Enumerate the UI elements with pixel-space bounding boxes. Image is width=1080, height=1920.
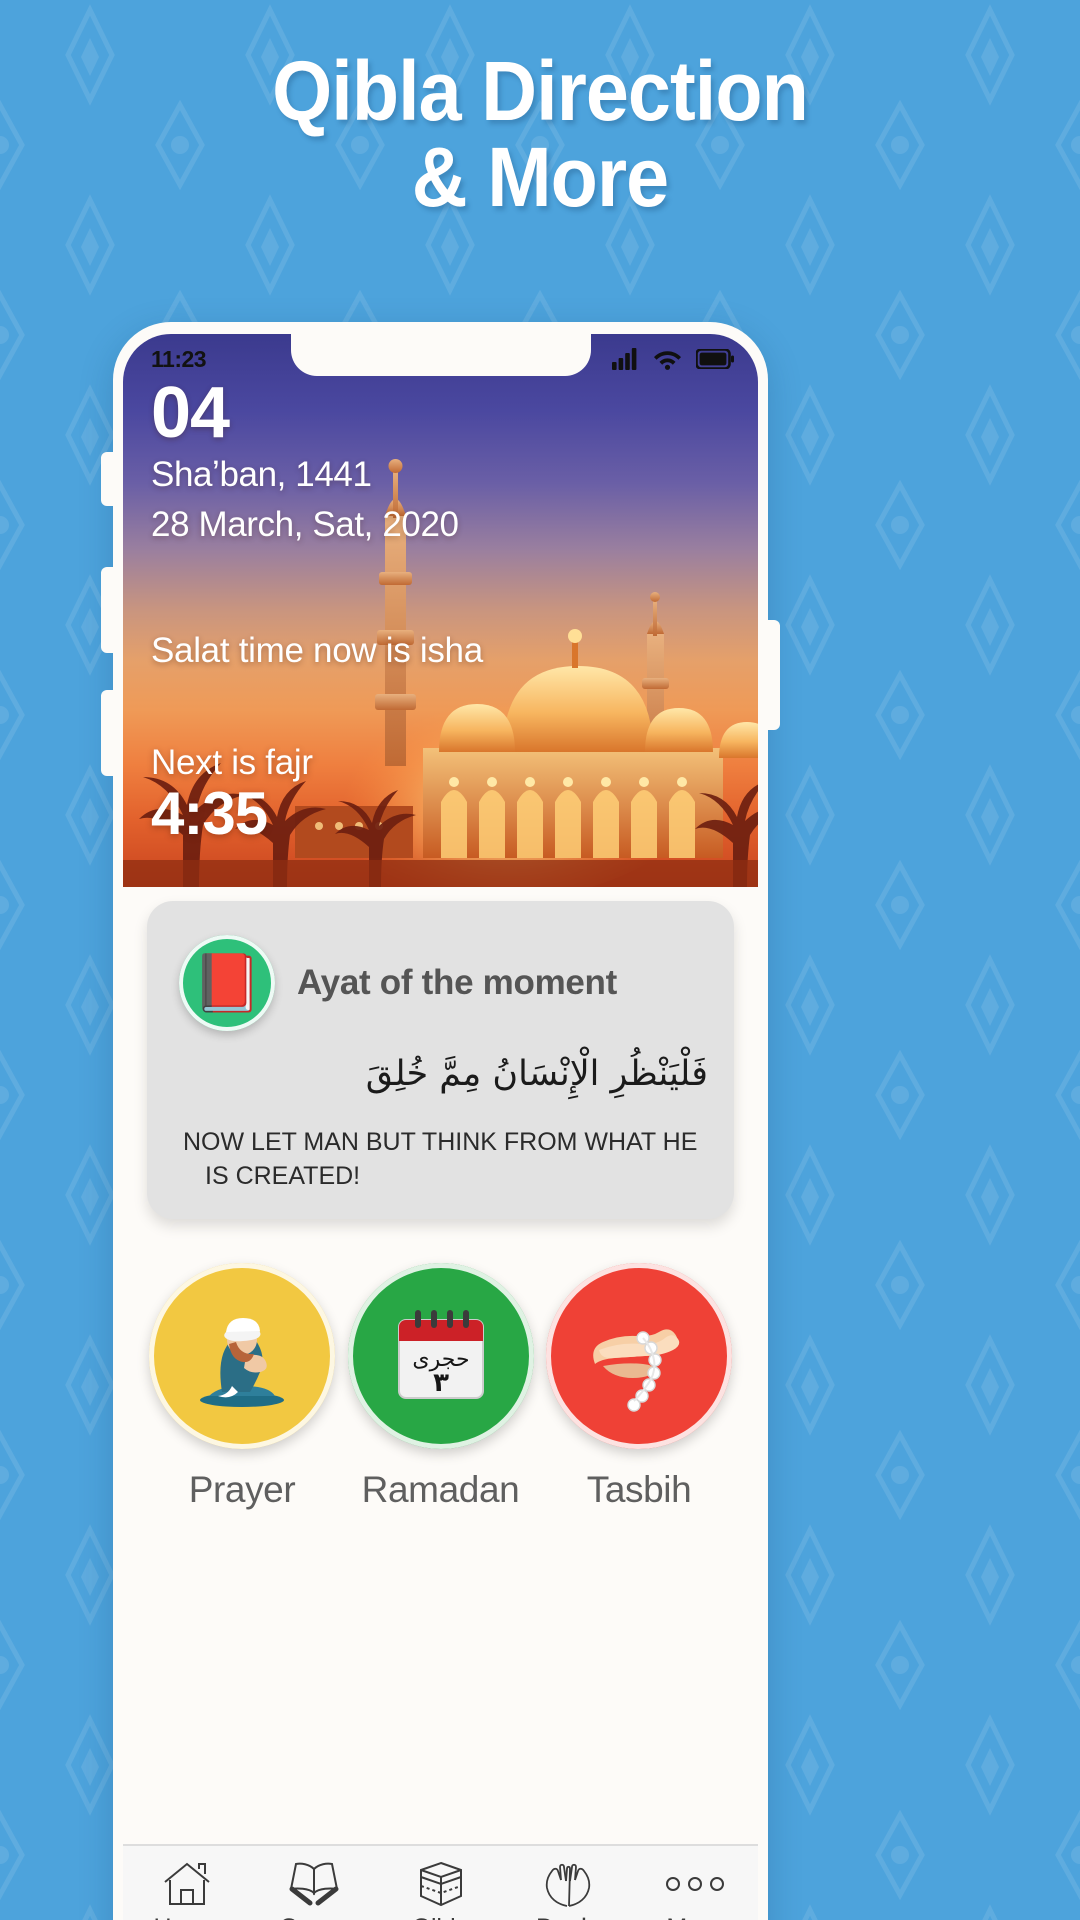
- hijri-day: 04: [151, 373, 230, 453]
- volume-up-button[interactable]: [101, 567, 114, 653]
- ayat-of-the-moment-card[interactable]: 📕 Ayat of the moment فَلْيَنْظُرِ الْإِن…: [147, 901, 734, 1219]
- ayat-card-title: Ayat of the moment: [297, 963, 617, 1002]
- nav-label-qibla: Qibla: [381, 1914, 501, 1920]
- shortcut-ramadan-label: Ramadan: [361, 1469, 520, 1510]
- hijri-month-year: Shaʼban, 1441: [151, 455, 372, 494]
- quran-book-icon: 📕: [179, 935, 275, 1031]
- nav-item-quran[interactable]: Quran: [254, 1856, 374, 1920]
- next-prayer-label: Next is fajr: [151, 743, 313, 782]
- kaaba-icon: [381, 1856, 501, 1912]
- nav-item-home[interactable]: Home: [127, 1856, 247, 1920]
- current-salat-text: Salat time now is isha: [151, 631, 483, 670]
- nav-item-more[interactable]: More: [635, 1856, 755, 1920]
- shortcut-row: Prayer حجرى ٣ Ramadan Tasbih: [123, 1219, 758, 1511]
- status-time: 11:23: [151, 345, 207, 372]
- wifi-icon: [654, 351, 681, 370]
- date-block: 04 Shaʼban, 1441 28 March, Sat, 2020: [151, 376, 459, 550]
- home-icon: [127, 1856, 247, 1912]
- ayat-card-zone: 📕 Ayat of the moment فَلْيَنْظُرِ الْإِن…: [123, 887, 758, 1219]
- ayat-arabic-text: فَلْيَنْظُرِ الْإِنْسَانُ مِمَّ خُلِقَ: [365, 1054, 708, 1094]
- status-icon-group: [612, 348, 734, 370]
- shortcut-prayer-label: Prayer: [188, 1469, 296, 1510]
- volume-down-button[interactable]: [101, 690, 114, 776]
- battery-icon: [696, 349, 734, 369]
- shortcut-tasbih[interactable]: Tasbih: [546, 1263, 732, 1511]
- nav-label-quran: Quran: [254, 1914, 374, 1920]
- nav-label-home: Home: [127, 1914, 247, 1920]
- shortcut-prayer[interactable]: Prayer: [149, 1263, 335, 1511]
- gregorian-date: 28 March, Sat, 2020: [151, 505, 459, 544]
- more-dots-icon: [635, 1856, 755, 1912]
- signal-icon: [612, 348, 637, 370]
- phone-screen: 11:23 04 Shaʼban, 1441 28 March, Sat, 20…: [123, 334, 758, 1920]
- promo-headline: Qibla Direction & More: [43, 48, 1037, 220]
- silent-switch[interactable]: [101, 452, 114, 506]
- open-book-icon: [254, 1856, 374, 1912]
- bottom-navigation: Home Quran: [123, 1844, 758, 1920]
- status-bar: 11:23: [123, 340, 758, 378]
- phone-mockup: 11:23 04 Shaʼban, 1441 28 March, Sat, 20…: [101, 322, 780, 1920]
- hijri-calendar-icon: حجرى ٣: [347, 1263, 534, 1449]
- shortcut-tasbih-label: Tasbih: [586, 1469, 692, 1510]
- power-button[interactable]: [767, 620, 780, 730]
- shortcut-ramadan[interactable]: حجرى ٣ Ramadan: [347, 1263, 534, 1511]
- svg-text:٣: ٣: [433, 1368, 449, 1398]
- praying-hands-icon: [508, 1856, 628, 1912]
- nav-label-more: More: [635, 1914, 755, 1920]
- promo-headline-line1: Qibla Direction: [272, 44, 809, 138]
- nav-label-duas: Duaʼs: [508, 1914, 628, 1920]
- nav-item-duas[interactable]: Duaʼs: [508, 1856, 628, 1920]
- prayer-beads-icon: [546, 1263, 732, 1449]
- next-prayer-time: 4:35: [151, 780, 268, 847]
- ayat-card-header: 📕 Ayat of the moment: [179, 935, 708, 1031]
- prayer-header: 11:23 04 Shaʼban, 1441 28 March, Sat, 20…: [123, 334, 758, 887]
- promo-headline-line2: & More: [411, 130, 669, 224]
- nav-item-qibla[interactable]: Qibla: [381, 1856, 501, 1920]
- ayat-translation-text: NOW LET MAN BUT THINK FROM WHAT HE IS CR…: [183, 1128, 698, 1190]
- praying-person-icon: [149, 1263, 335, 1449]
- next-prayer-block: Next is fajr 4:35: [151, 743, 313, 845]
